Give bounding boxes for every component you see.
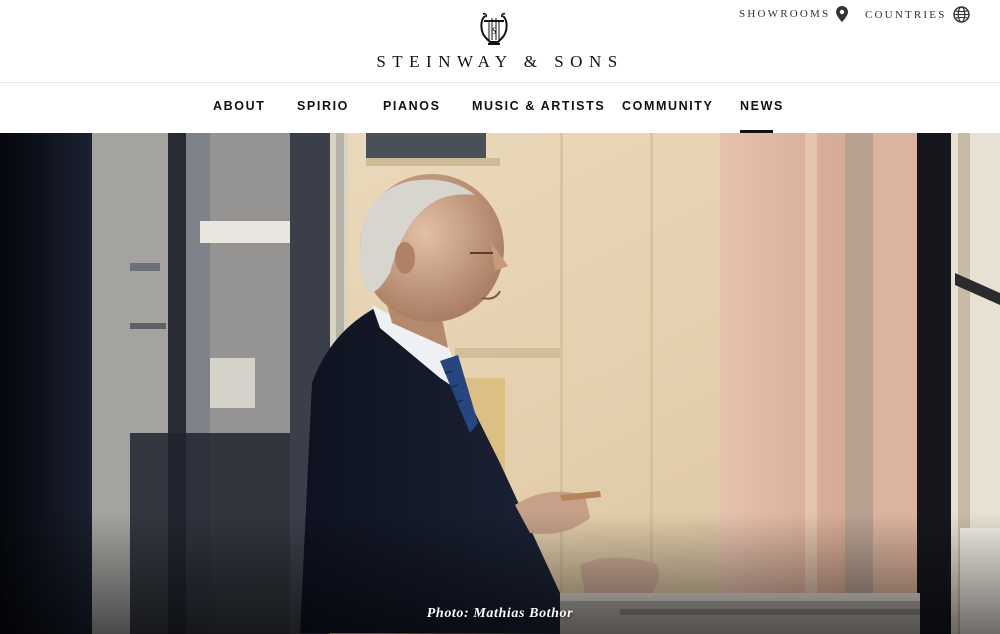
globe-icon <box>952 6 970 23</box>
lyre-logo-icon[interactable]: S <box>476 10 512 48</box>
photo-credit-caption: Photo: Mathias Bothor <box>426 606 574 621</box>
nav-item-about[interactable]: ABOUT <box>213 99 265 113</box>
countries-link[interactable]: COUNTRIES <box>865 6 970 23</box>
site-header: S SHOWROOMS COUNTRIES STEINWAY & SONS <box>0 0 1000 82</box>
nav-item-news[interactable]: NEWS <box>740 99 784 113</box>
countries-label: COUNTRIES <box>865 8 947 21</box>
nav-item-community[interactable]: COMMUNITY <box>622 99 713 113</box>
nav-item-spirio[interactable]: SPIRIO <box>297 99 349 113</box>
brand-wordmark[interactable]: STEINWAY & SONS <box>0 52 1000 72</box>
showrooms-link[interactable]: SHOWROOMS <box>739 6 849 22</box>
showrooms-label: SHOWROOMS <box>739 8 831 20</box>
location-pin-icon <box>836 6 849 22</box>
main-nav: ABOUT SPIRIO PIANOS MUSIC & ARTISTS COMM… <box>0 83 1000 133</box>
hero-image: Photo: Mathias Bothor <box>0 133 1000 634</box>
svg-text:S: S <box>492 26 497 36</box>
nav-item-music-artists[interactable]: MUSIC & ARTISTS <box>472 99 605 113</box>
nav-item-pianos[interactable]: PIANOS <box>383 99 441 113</box>
hero-photo <box>0 133 1000 634</box>
